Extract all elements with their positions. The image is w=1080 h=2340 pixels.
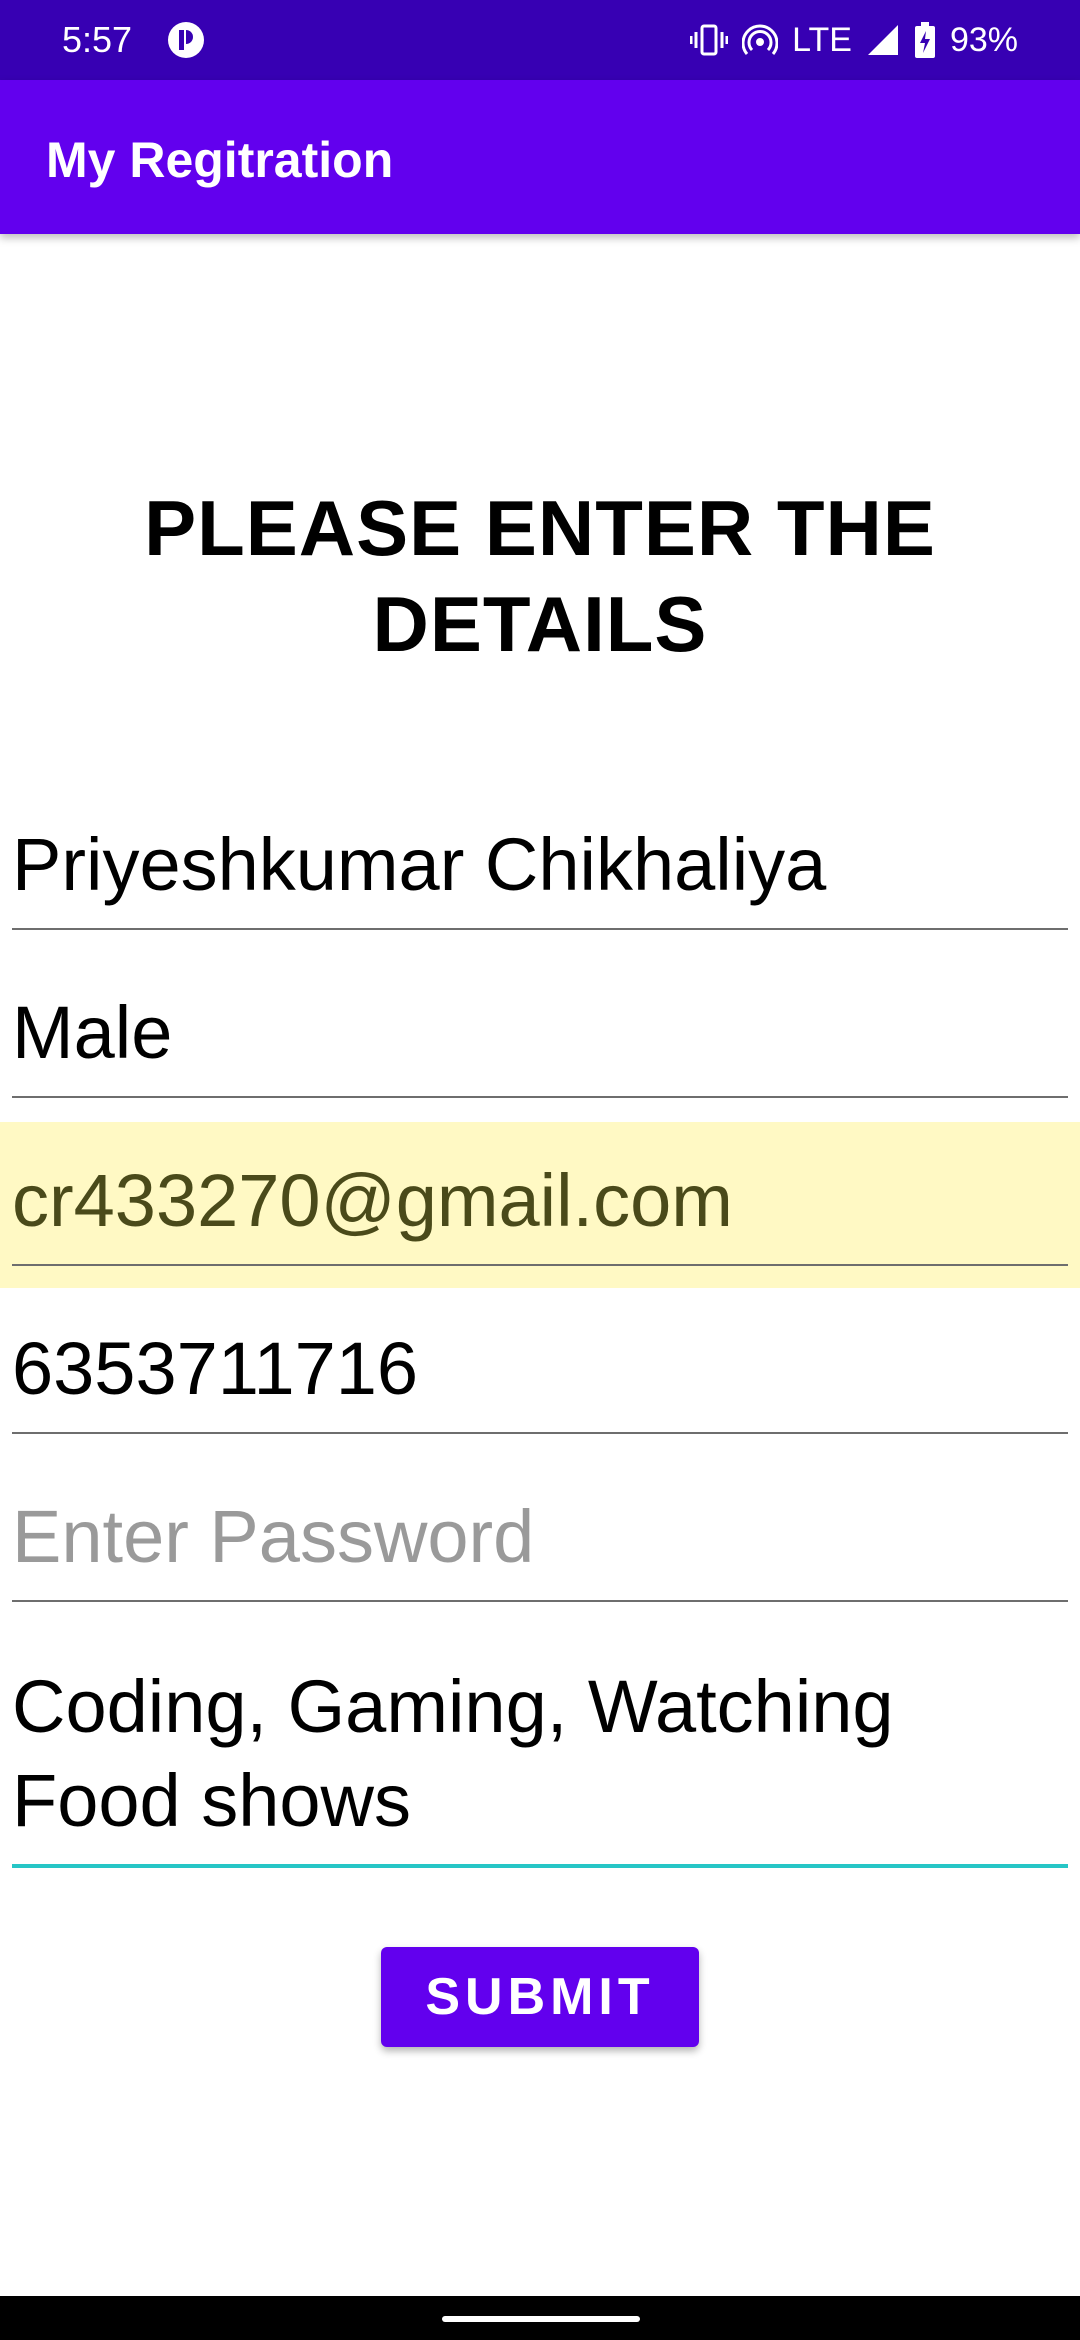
name-underline: [12, 928, 1068, 930]
app-bar: My Regitration: [0, 80, 1080, 234]
network-type: LTE: [792, 20, 852, 59]
gender-input[interactable]: Male: [12, 986, 1068, 1080]
home-gesture-handle[interactable]: [442, 2316, 640, 2322]
hobbies-input[interactable]: Coding, Gaming, Watching Food shows: [12, 1660, 1068, 1848]
status-time: 5:57: [62, 19, 133, 60]
gender-field[interactable]: Male: [0, 986, 1080, 1104]
password-input[interactable]: Enter Password: [12, 1490, 1068, 1584]
battery-percent: 93%: [949, 20, 1018, 59]
app-notification-icon: [166, 20, 206, 60]
password-field[interactable]: Enter Password: [0, 1490, 1080, 1608]
status-icons: LTE 93%: [690, 18, 1018, 62]
battery-charging-icon: [914, 22, 936, 58]
registration-screen: 5:57 LTE 93% My Regitration PLEASE ENTER…: [0, 0, 1080, 2340]
signal-icon: [866, 23, 900, 57]
phone-field[interactable]: 6353711716: [0, 1322, 1080, 1440]
password-underline: [12, 1600, 1068, 1602]
hotspot-icon: [742, 22, 779, 58]
submit-button[interactable]: SUBMIT: [381, 1947, 699, 2047]
email-field[interactable]: cr433270@gmail.com: [0, 1122, 1080, 1288]
name-input[interactable]: Priyeshkumar Chikhaliya: [12, 818, 1068, 912]
app-title: My Regitration: [46, 132, 394, 188]
email-underline: [12, 1264, 1068, 1266]
hobbies-underline: [12, 1864, 1068, 1868]
phone-underline: [12, 1432, 1068, 1434]
hobbies-field[interactable]: Coding, Gaming, Watching Food shows: [0, 1660, 1080, 1872]
name-field[interactable]: Priyeshkumar Chikhaliya: [0, 818, 1080, 936]
form-heading: PLEASE ENTER THE DETAILS: [144, 484, 936, 668]
navigation-bar: [0, 2296, 1080, 2340]
vibrate-icon: [690, 24, 729, 56]
phone-input[interactable]: 6353711716: [12, 1322, 1068, 1416]
email-input[interactable]: cr433270@gmail.com: [12, 1154, 1068, 1248]
gender-underline: [12, 1096, 1068, 1098]
status-bar: 5:57 LTE 93%: [0, 0, 1080, 80]
